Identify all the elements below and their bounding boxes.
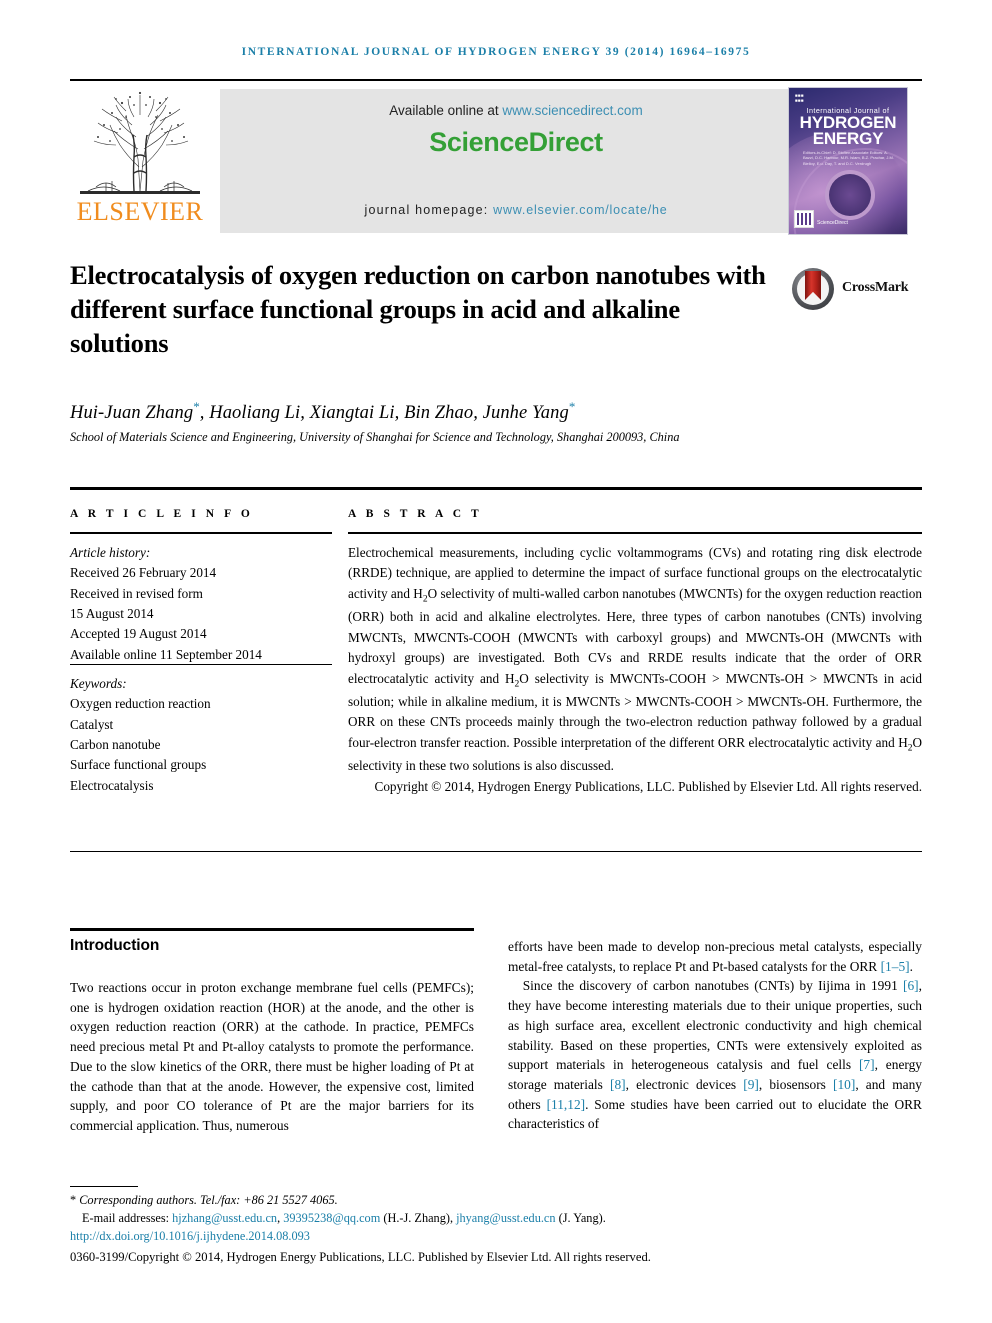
journal-cover-image: ■■■ ■■■ International Journal of HYDROGEN… <box>788 87 908 235</box>
introduction-paragraph-2: Since the discovery of carbon nanotubes … <box>508 976 922 1134</box>
citation-ref-6[interactable]: [6] <box>903 978 919 993</box>
citation-ref-11-12[interactable]: [11,12] <box>547 1097 586 1112</box>
info-section-top-rule <box>70 487 922 490</box>
cover-publisher-badge <box>794 210 814 228</box>
asterisk-icon: * <box>70 1193 77 1207</box>
author-affiliation: School of Materials Science and Engineer… <box>70 430 680 444</box>
cover-editors: Editors-in-Chief: D. Stolten Associate E… <box>803 150 894 166</box>
footnote-block: * Corresponding authors. Tel./fax: +86 2… <box>70 1192 870 1267</box>
introduction-heading: Introduction <box>70 937 160 954</box>
footnote-rule <box>70 1186 138 1187</box>
cover-publisher-mark: ■■■ ■■■ <box>795 93 804 103</box>
info-section-bottom-rule <box>70 851 922 852</box>
intro-text-1a: efforts have been made to develop non-pr… <box>508 939 922 974</box>
citation-ref-9[interactable]: [9] <box>743 1077 759 1092</box>
introduction-left-column: Two reactions occur in proton exchange m… <box>70 978 474 1136</box>
email-addresses-label: E-mail addresses: <box>82 1210 173 1225</box>
crossmark-circle-icon <box>792 268 834 310</box>
intro-text-2a: Since the discovery of carbon nanotubes … <box>522 978 904 994</box>
introduction-section-rule <box>70 928 474 931</box>
citation-ref-10[interactable]: [10] <box>833 1077 855 1092</box>
elsevier-wordmark: ELSEVIER <box>76 197 204 226</box>
doi-link[interactable]: http://dx.doi.org/10.1016/j.ijhydene.201… <box>70 1228 870 1246</box>
corresponding-author-marker-2: * <box>568 399 576 414</box>
citation-ref-1-5[interactable]: [1–5] <box>881 959 910 974</box>
cover-ring <box>825 170 875 220</box>
crossmark-label: CrossMark <box>842 280 909 295</box>
issn-copyright-line: 0360-3199/Copyright © 2014, Hydrogen Ene… <box>70 1250 651 1265</box>
journal-article-page: International Journal of Hydrogen Energy… <box>0 0 992 1323</box>
keyword-item: Carbon nanotube <box>70 736 161 752</box>
keywords-label: Keywords: <box>70 676 127 691</box>
intro-text-2e: , biosensors <box>758 1076 833 1092</box>
elsevier-tree-icon <box>76 87 204 199</box>
intro-text-2d: , electronic devices <box>625 1076 744 1092</box>
article-info-heading: A R T I C L E I N F O <box>70 508 254 520</box>
keyword-item: Surface functional groups <box>70 757 207 773</box>
abstract-rule <box>348 532 922 534</box>
keywords-block: Keywords: Oxygen reduction reaction Cata… <box>70 674 332 796</box>
journal-homepage-line: journal homepage: www.elsevier.com/locat… <box>220 203 812 217</box>
abstract-heading: A B S T R A C T <box>348 508 483 520</box>
page-title: Electrocatalysis of oxygen reduction on … <box>70 260 766 359</box>
article-history-label: Article history: <box>70 545 151 560</box>
elsevier-logo: ELSEVIER <box>70 87 210 233</box>
email-link-2[interactable]: 39395238@qq.com <box>283 1211 380 1225</box>
running-head: International Journal of Hydrogen Energy… <box>241 46 751 58</box>
corresponding-author-note: * Corresponding authors. Tel./fax: +86 2… <box>70 1192 870 1210</box>
crossmark-badge[interactable]: CrossMark <box>792 268 918 312</box>
article-history-item: Accepted 19 August 2014 <box>70 626 207 642</box>
introduction-right-column: efforts have been made to develop non-pr… <box>508 937 922 1134</box>
corresponding-author-text: Corresponding authors. Tel./fax: +86 21 … <box>79 1193 338 1207</box>
article-history-item: 15 August 2014 <box>70 605 154 621</box>
keyword-item: Oxygen reduction reaction <box>70 696 211 712</box>
email-link-1[interactable]: hjzhang@usst.edu.cn <box>172 1211 277 1225</box>
journal-homepage-label: journal homepage: <box>364 203 494 217</box>
author-list: Hui-Juan Zhang*, Haoliang Li, Xiangtai L… <box>70 399 576 424</box>
citation-ref-7[interactable]: [7] <box>859 1057 875 1072</box>
journal-masthead: ELSEVIER Available online at www.science… <box>70 85 922 235</box>
masthead-top-rule <box>70 79 922 81</box>
available-online-line: Available online at www.sciencedirect.co… <box>220 103 812 118</box>
email-addresses-note: E-mail addresses: hjzhang@usst.edu.cn, 3… <box>70 1210 870 1228</box>
email-owner-2: (J. Yang). <box>555 1210 606 1225</box>
article-history-item: Received in revised form <box>70 585 203 601</box>
cover-sciencedirect-mark: ScienceDirect <box>817 219 848 226</box>
article-history-item: Available online 11 September 2014 <box>70 646 262 662</box>
cover-title-energy: ENERGY <box>812 129 884 148</box>
email-link-3[interactable]: jhyang@usst.edu.cn <box>456 1211 555 1225</box>
available-online-text: Available online at <box>389 103 503 118</box>
abstract-body: Electrochemical measurements, including … <box>348 543 922 777</box>
article-history-item: Received 26 February 2014 <box>70 565 217 581</box>
intro-text-1b: . <box>909 958 913 974</box>
article-history-block: Article history: Received 26 February 20… <box>70 543 332 665</box>
sciencedirect-link[interactable]: www.sciencedirect.com <box>502 103 642 118</box>
abstract-copyright: Copyright © 2014, Hydrogen Energy Public… <box>374 778 922 794</box>
journal-homepage-link[interactable]: www.elsevier.com/locate/he <box>493 203 667 217</box>
keyword-item: Catalyst <box>70 716 114 732</box>
introduction-paragraph-1: Two reactions occur in proton exchange m… <box>70 980 474 1133</box>
introduction-paragraph-continued: efforts have been made to develop non-pr… <box>508 937 922 976</box>
email-owner-1: (H.-J. Zhang), <box>380 1210 457 1225</box>
corresponding-author-marker: * <box>193 399 200 414</box>
sciencedirect-banner: Available online at www.sciencedirect.co… <box>220 89 812 233</box>
abstract-block: Electrochemical measurements, including … <box>348 543 922 797</box>
citation-ref-8[interactable]: [8] <box>610 1077 626 1092</box>
sciencedirect-wordmark: ScienceDirect <box>429 127 603 157</box>
keyword-item: Electrocatalysis <box>70 777 154 793</box>
article-info-rule <box>70 532 332 534</box>
